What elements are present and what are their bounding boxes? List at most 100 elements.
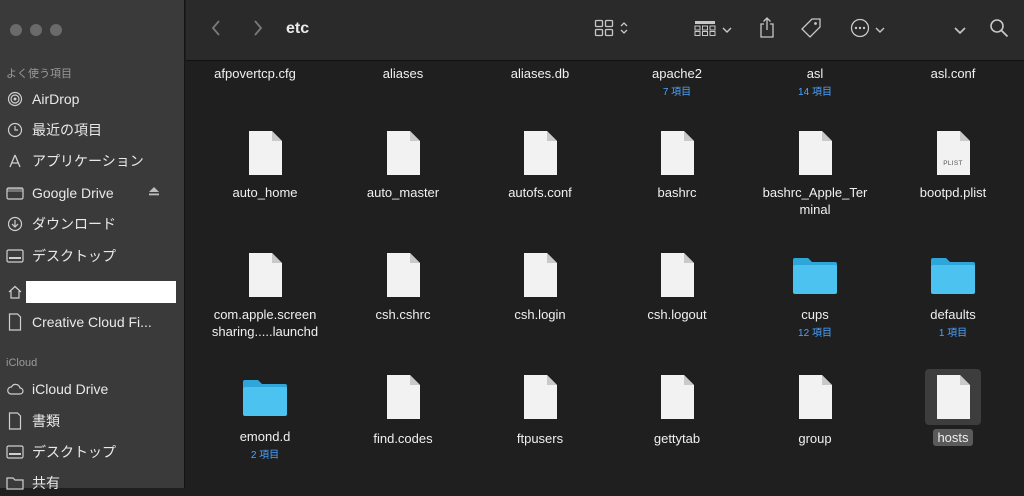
file-item[interactable]: csh.cshrc — [334, 252, 472, 323]
file-item[interactable]: auto_home — [196, 130, 334, 201]
document-icon — [385, 252, 421, 298]
sidebar-item-label: Creative Cloud Fi... — [32, 314, 152, 330]
zoom-window-button[interactable] — [50, 24, 62, 36]
chevron-down-icon — [954, 21, 966, 39]
document-icon — [6, 313, 24, 331]
folder-icon — [241, 378, 289, 418]
folder-item[interactable]: defaults 1 項目 — [884, 256, 1022, 339]
sidebar-item-google-drive[interactable]: Google Drive — [0, 180, 184, 206]
file-item-selected[interactable]: hosts — [884, 369, 1022, 446]
sidebar-item-label: 最近の項目 — [32, 122, 102, 138]
eject-icon[interactable] — [148, 184, 160, 200]
sidebar-item-label: AirDrop — [32, 91, 80, 107]
minimize-window-button[interactable] — [30, 24, 42, 36]
folder-name: cups — [801, 307, 829, 322]
file-name-line2: minal — [799, 202, 831, 217]
sidebar-item-desktop[interactable]: デスクトップ — [0, 243, 184, 269]
file-name: bootpd.plist — [919, 185, 987, 200]
close-window-button[interactable] — [10, 24, 22, 36]
view-mode-button[interactable] — [594, 18, 629, 42]
toolbar: etc — [186, 0, 1024, 61]
file-name: aliases.db — [510, 66, 570, 81]
document-icon — [522, 374, 558, 420]
item-count: 1 項目 — [938, 328, 968, 339]
document-icon — [659, 252, 695, 298]
folder-icon — [929, 256, 977, 296]
file-item[interactable]: aliases.db — [471, 65, 609, 82]
back-button[interactable] — [210, 18, 222, 42]
file-item[interactable]: ftpusers — [471, 374, 609, 447]
sidebar-item-icloud-drive[interactable]: iCloud Drive — [0, 376, 184, 402]
search-button[interactable] — [989, 18, 1009, 42]
file-item[interactable]: group — [746, 374, 884, 447]
file-item[interactable]: gettytab — [608, 374, 746, 447]
file-item[interactable]: find.codes — [334, 374, 472, 447]
grid-view-icon — [594, 19, 614, 42]
file-name: csh.cshrc — [375, 307, 431, 322]
sidebar-item-icloud-desktop[interactable]: デスクトップ — [0, 439, 184, 465]
drive-icon — [6, 184, 24, 202]
sidebar-item-creative-cloud[interactable]: Creative Cloud Fi... — [0, 309, 184, 335]
toolbar-overflow-button[interactable] — [954, 18, 966, 42]
file-item[interactable]: autofs.conf — [471, 130, 609, 201]
tag-icon — [800, 17, 822, 44]
file-item[interactable]: aliases — [334, 65, 472, 82]
document-icon — [6, 412, 24, 430]
file-item[interactable]: bashrc_Apple_Ter minal — [746, 130, 884, 218]
file-item[interactable]: afpovertcp.cfg — [186, 65, 324, 82]
document-icon — [659, 130, 695, 176]
share-button[interactable] — [758, 16, 776, 44]
folder-item[interactable]: emond.d 2 項目 — [196, 378, 334, 461]
file-item[interactable]: csh.logout — [608, 252, 746, 323]
file-item[interactable]: auto_master — [334, 130, 472, 201]
action-menu-button[interactable] — [850, 18, 885, 42]
shared-folder-icon — [6, 474, 24, 492]
sidebar-item-label: 書類 — [32, 413, 60, 429]
file-item[interactable]: bashrc — [608, 130, 746, 201]
sidebar-item-airdrop[interactable]: AirDrop — [0, 86, 184, 112]
window-title: etc — [286, 20, 310, 37]
ellipsis-circle-icon — [850, 18, 870, 43]
file-item[interactable]: csh.login — [471, 252, 609, 323]
sidebar-item-recents[interactable]: 最近の項目 — [0, 117, 184, 143]
search-icon — [989, 18, 1009, 43]
file-name-line1: com.apple.screen — [213, 307, 317, 322]
item-count: 2 項目 — [250, 450, 280, 461]
sidebar-item-downloads[interactable]: ダウンロード — [0, 211, 184, 237]
sidebar-item-label: デスクトップ — [32, 444, 116, 460]
file-name: asl.conf — [930, 66, 976, 81]
file-name: csh.login — [514, 307, 566, 322]
folder-item[interactable]: asl 14 項目 — [746, 65, 884, 98]
file-item[interactable]: com.apple.screen sharing.....launchd — [196, 252, 334, 340]
sidebar-item-home[interactable] — [0, 279, 184, 305]
forward-button[interactable] — [252, 18, 264, 42]
chevron-left-icon — [210, 19, 222, 42]
document-icon — [935, 374, 971, 420]
redacted-username — [26, 281, 176, 303]
desktop-icon — [6, 443, 24, 461]
group-button[interactable] — [694, 18, 732, 42]
sidebar-item-shared[interactable]: 共有 — [0, 470, 184, 496]
folder-item[interactable]: apache2 7 項目 — [608, 65, 746, 98]
file-name-line1: bashrc_Apple_Ter — [762, 185, 868, 200]
file-item[interactable]: PLIST bootpd.plist — [884, 130, 1022, 201]
document-icon — [385, 374, 421, 420]
file-name-wrap: hosts — [884, 429, 1022, 446]
folder-item[interactable]: cups 12 項目 — [746, 256, 884, 339]
file-name: ftpusers — [516, 431, 564, 446]
share-icon — [758, 16, 776, 44]
folder-name: emond.d — [239, 429, 291, 444]
group-icon — [694, 20, 716, 41]
chevron-right-icon — [252, 19, 264, 42]
file-item[interactable]: asl.conf — [884, 65, 1022, 82]
folder-icon — [791, 256, 839, 296]
cloud-icon — [6, 380, 24, 398]
clock-icon — [6, 121, 24, 139]
sidebar-item-documents[interactable]: 書類 — [0, 408, 184, 434]
file-name: auto_home — [232, 185, 298, 200]
sidebar-item-applications[interactable]: アプリケーション — [0, 148, 184, 174]
document-icon — [247, 130, 283, 176]
tags-button[interactable] — [800, 17, 822, 44]
sidebar-item-label: アプリケーション — [32, 153, 144, 169]
chevron-down-icon — [722, 21, 732, 39]
